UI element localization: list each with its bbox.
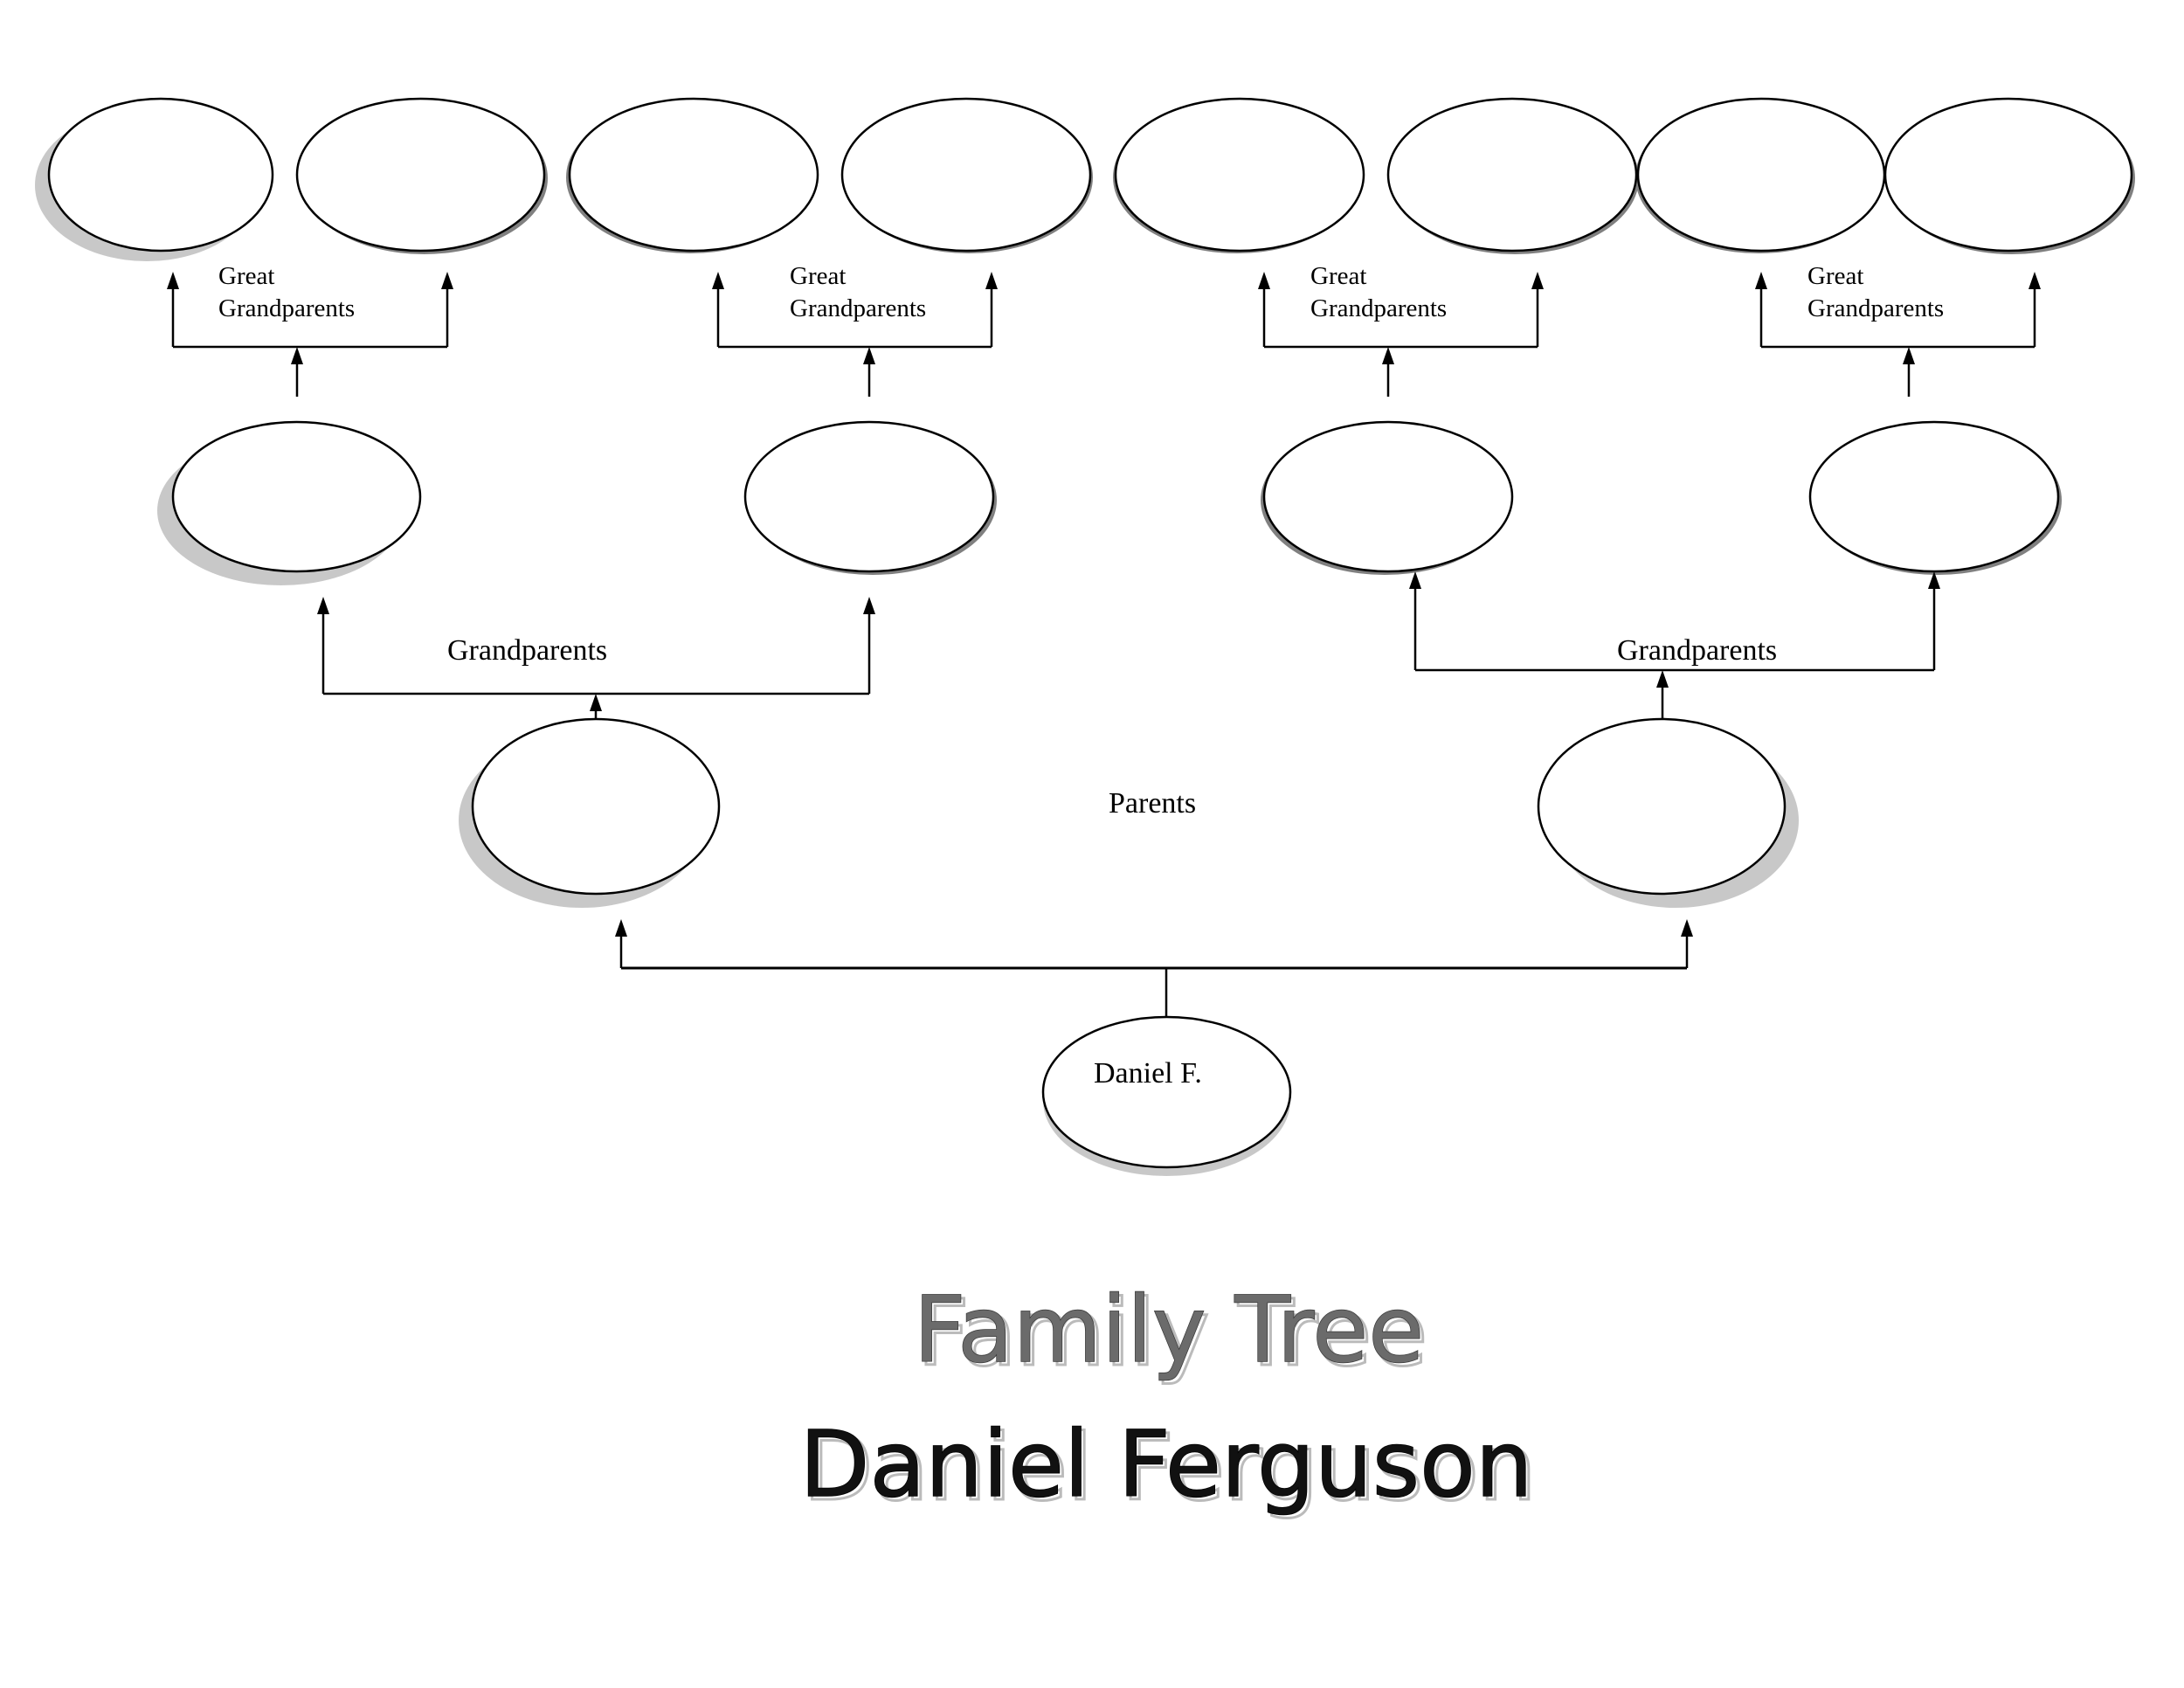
parents-bracket-arrow-left-head [615,919,627,937]
gg-bracket-4-arrow-right-head [2028,272,2041,289]
subject-text: Daniel Ferguson [799,1411,1532,1518]
parent-node-1 [471,717,721,896]
gp-bracket-right-arrow-left-head [1409,571,1421,589]
grandparent-node-3 [1262,420,1514,573]
label-line: Grandparents [790,294,926,322]
family-tree-diagram: Great Grandparents Great Grandparents Gr… [35,97,2135,1523]
gg-bracket-2-arrow-right-head [985,272,998,289]
gg-bracket-4-arrow-left-head [1755,272,1767,289]
great-grandparent-node-6 [1386,97,1638,253]
great-grandparents-label-4: Great Grandparents [1807,262,1944,322]
great-grandparent-node-5 [1114,97,1365,253]
gg-bracket-2-arrow-left-head [712,272,724,289]
label-line: Great [1310,262,1366,290]
grandparent-node-2 [743,420,995,573]
great-grandparent-node-8 [1883,97,2133,253]
grandparent-node-1 [171,420,422,573]
title-text: Family Tree [914,1276,1424,1383]
gp-bracket-left-arrow-left-head [317,597,329,614]
gg-bracket-4-arrow-center-head [1903,347,1915,364]
gg-bracket-1-arrow-center-head [291,347,303,364]
label-line: Great [218,262,274,290]
great-grandparent-node-4 [840,97,1092,253]
great-grandparent-node-1 [47,97,274,253]
parents-label: Parents [1109,787,1196,820]
gg-bracket-3-arrow-center-head [1382,347,1394,364]
great-grandparents-label-2: Great Grandparents [790,262,926,322]
document-title: Family Tree Family Tree [913,1276,1429,1387]
self-node [1041,1015,1292,1169]
parent-node-2 [1537,717,1787,896]
grandparents-label-right: Grandparents [1617,634,1777,667]
person-nodes [47,97,2133,1169]
parents-bracket-arrow-right-head [1681,919,1693,937]
great-grandparent-node-7 [1636,97,1886,253]
gp-bracket-left-arrow-right-head [863,597,875,614]
great-grandparent-node-2 [295,97,546,253]
label-line: Grandparents [1310,294,1447,322]
grandparents-label-left: Grandparents [447,634,607,667]
gp-bracket-left-arrow-center-head [590,694,602,711]
gg-bracket-1-arrow-right-head [441,272,453,289]
self-label: Daniel F. [1094,1057,1202,1090]
great-grandparent-node-3 [568,97,819,253]
label-line: Grandparents [218,294,355,322]
gg-bracket-3-arrow-right-head [1531,272,1544,289]
great-grandparents-label-3: Great Grandparents [1310,262,1447,322]
gg-bracket-1-arrow-left-head [167,272,179,289]
great-grandparents-label-1: Great Grandparents [218,262,355,322]
label-line: Great [790,262,846,290]
document-subject: Daniel Ferguson Daniel Ferguson [799,1410,1538,1522]
gg-bracket-3-arrow-left-head [1258,272,1270,289]
label-line: Grandparents [1807,294,1944,322]
gp-bracket-right-arrow-center-head [1656,670,1669,688]
gg-bracket-2-arrow-center-head [863,347,875,364]
grandparent-node-4 [1808,420,2060,573]
label-line: Great [1807,262,1863,290]
